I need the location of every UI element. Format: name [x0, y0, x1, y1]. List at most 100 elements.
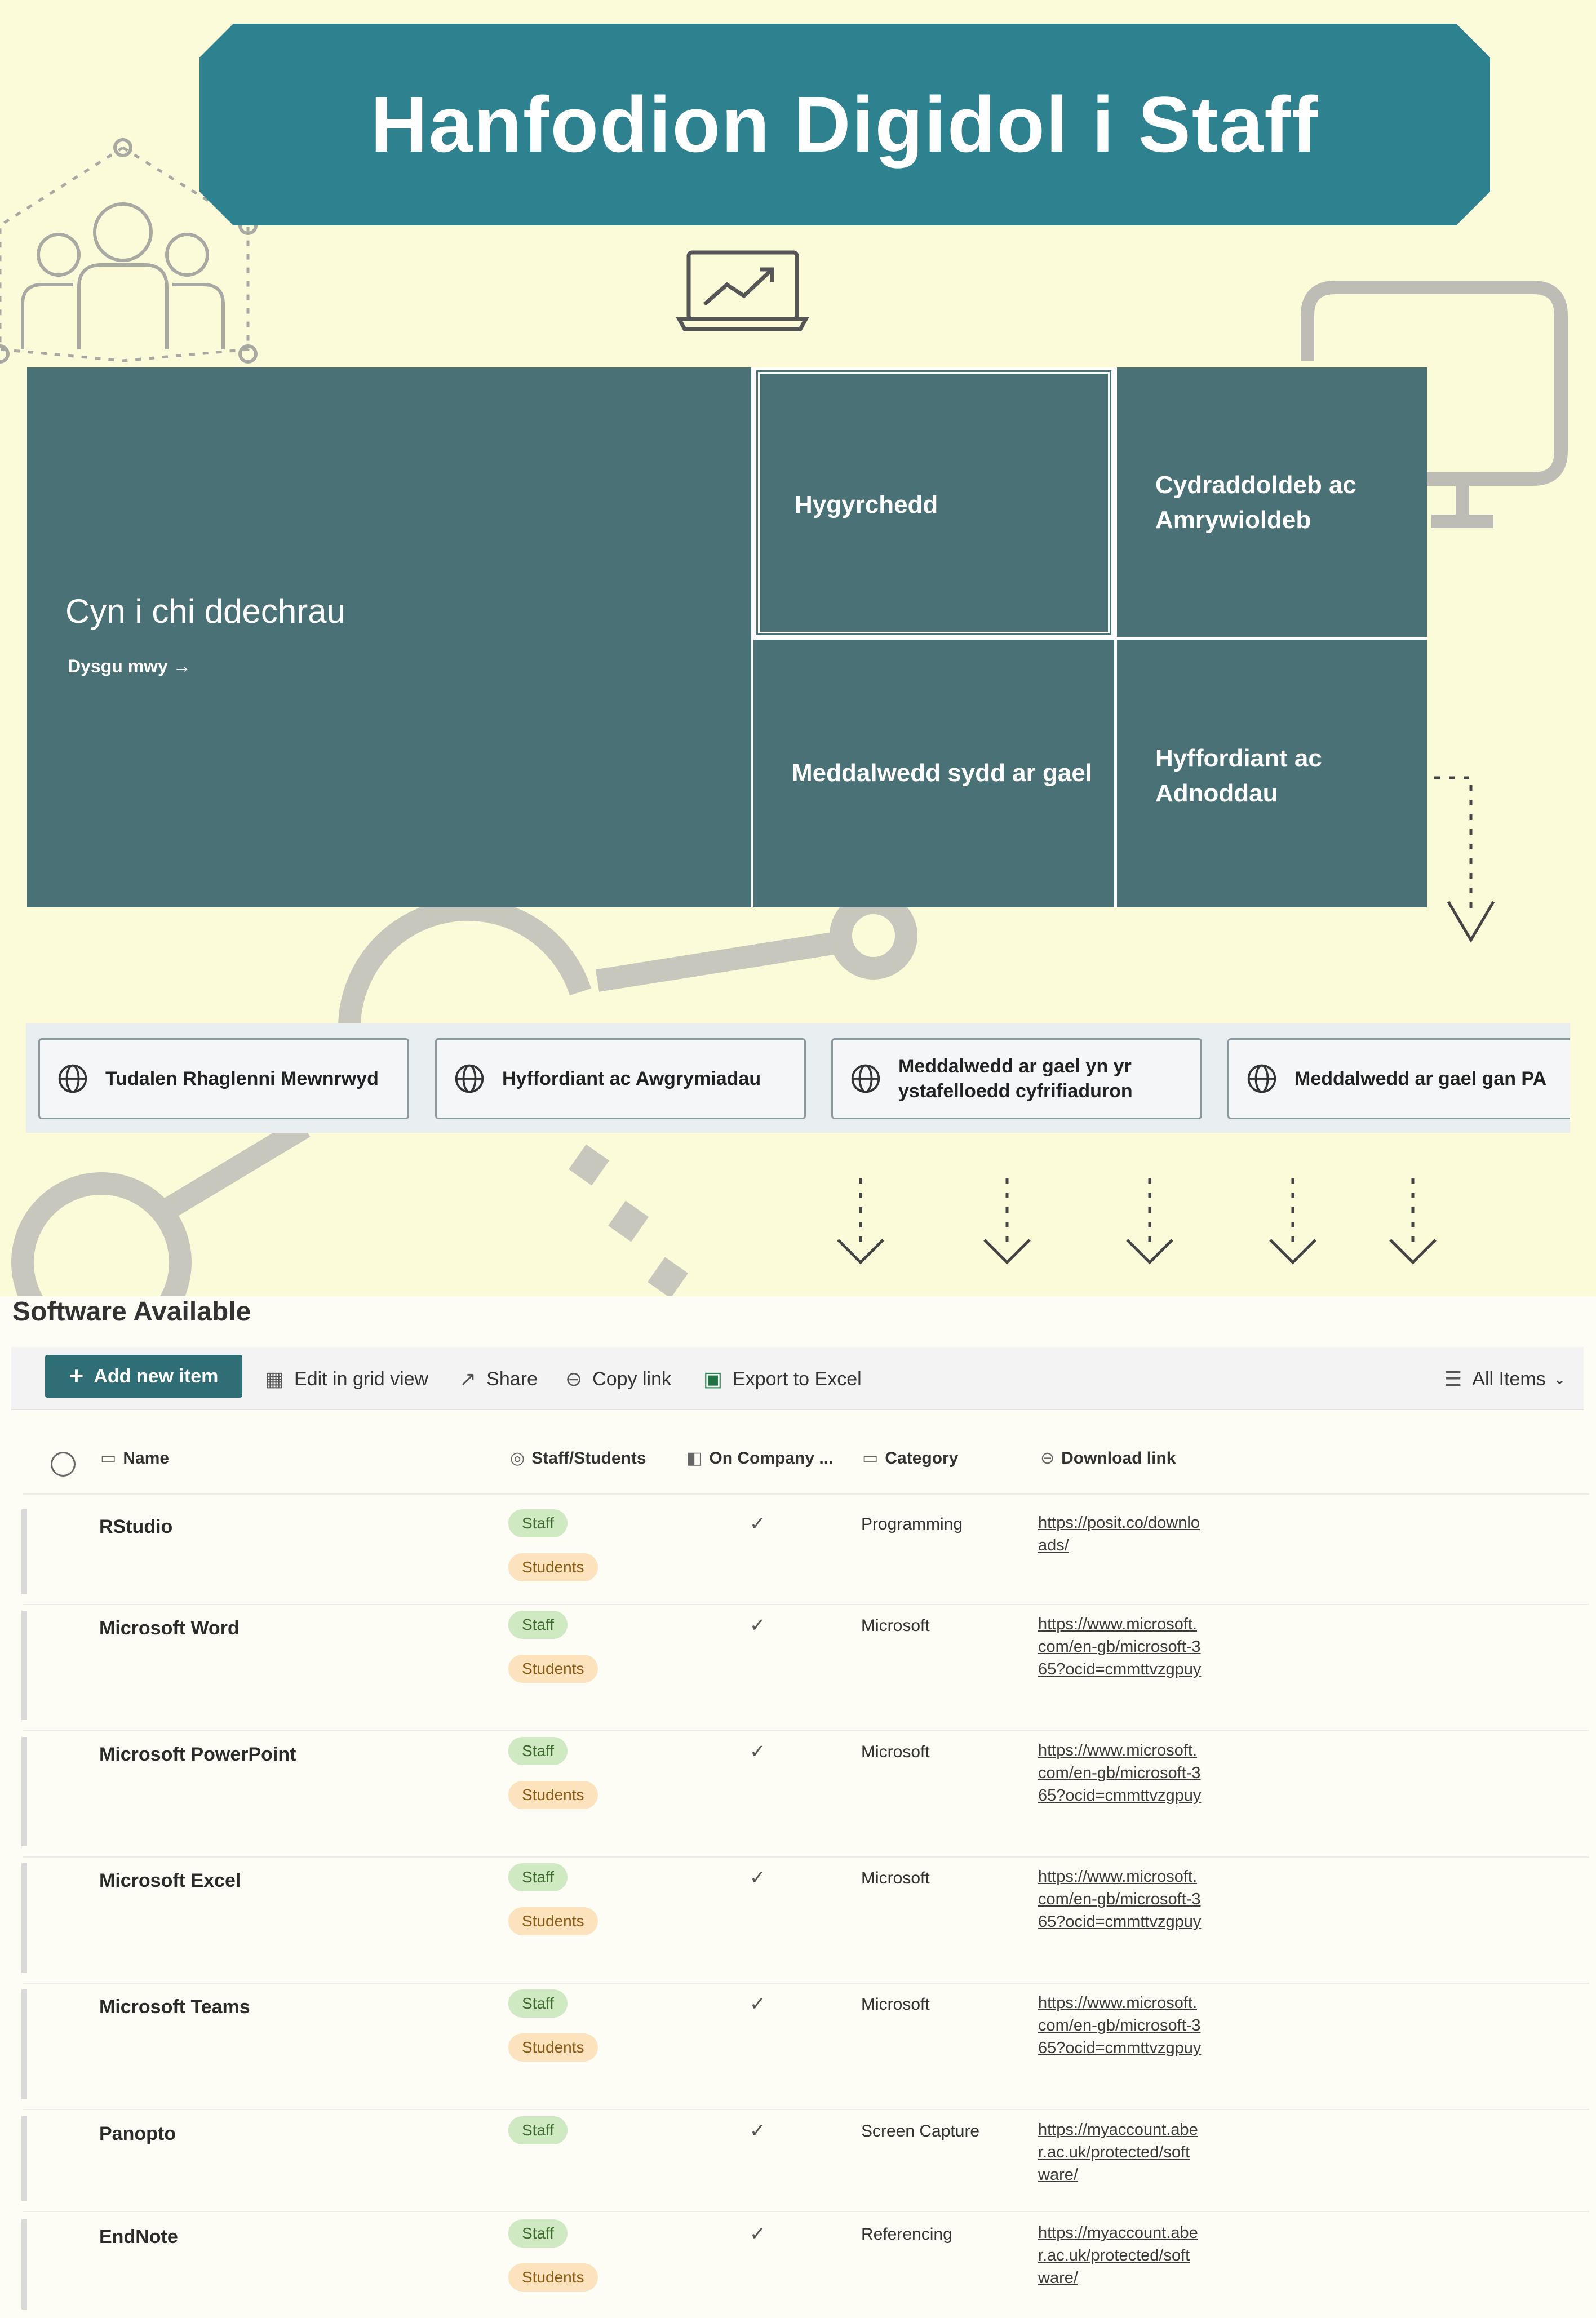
quick-link-label: Hyffordiant ac Awgrymiadau — [502, 1068, 761, 1089]
checkmark-icon: ✓ — [750, 1741, 766, 1762]
status-badge-staff: Staff — [508, 2116, 568, 2144]
quick-link-label: Tudalen Rhaglenni Mewnrwyd — [105, 1068, 379, 1089]
row-selection-bar[interactable] — [21, 2219, 27, 2310]
category-value: Microsoft — [861, 1995, 930, 2014]
row-selection-bar[interactable] — [21, 1863, 27, 1973]
hero-tile-label: Hygyrchedd — [795, 491, 938, 518]
category-value: Screen Capture — [861, 2122, 980, 2140]
text-field-icon: ▭ — [100, 1449, 117, 1468]
view-selector-label: All Items — [1472, 1368, 1546, 1390]
software-name[interactable]: EndNote — [99, 2226, 178, 2248]
excel-icon: ▣ — [703, 1367, 723, 1390]
row-divider — [23, 1604, 1589, 1605]
row-selection-bar[interactable] — [21, 2116, 27, 2201]
category-value: Programming — [861, 1515, 963, 1533]
column-header-label: Name — [123, 1448, 170, 1468]
row-selection-bar[interactable] — [21, 1737, 27, 1846]
yes-no-icon: ◧ — [686, 1449, 703, 1468]
copy-link-button[interactable]: ⊖ Copy link — [565, 1359, 671, 1399]
globe-icon — [851, 1064, 880, 1093]
software-name[interactable]: Microsoft Teams — [99, 1996, 250, 2018]
add-new-item-label: Add new item — [94, 1365, 219, 1387]
software-name[interactable]: RStudio — [99, 1516, 172, 1538]
download-link[interactable]: https://myaccount.aber.ac.uk/protected/s… — [1038, 2222, 1202, 2289]
checkmark-icon: ✓ — [750, 2223, 766, 2245]
column-header-label: Category — [885, 1448, 959, 1468]
copy-link-label: Copy link — [592, 1368, 672, 1390]
column-header-label: Download link — [1061, 1448, 1176, 1468]
download-link[interactable]: https://www.microsoft.com/en-gb/microsof… — [1038, 1613, 1202, 1681]
category-value: Referencing — [861, 2225, 952, 2244]
column-header-category[interactable]: ▭ Category — [862, 1448, 958, 1468]
row-selection-bar[interactable] — [21, 1509, 27, 1594]
add-new-item-button[interactable]: + Add new item — [45, 1355, 242, 1398]
row-divider — [23, 1983, 1589, 1984]
plus-icon: + — [69, 1362, 84, 1390]
status-badge-students: Students — [508, 1655, 598, 1683]
hero-tile-equality[interactable]: Cydraddoldeb ac Amrywioldeb — [1117, 367, 1427, 637]
checkmark-icon: ✓ — [750, 1615, 766, 1636]
globe-icon — [1247, 1064, 1276, 1093]
edit-grid-button[interactable]: ▦ Edit in grid view — [265, 1359, 428, 1399]
link-icon: ⊖ — [565, 1367, 583, 1390]
status-badge-staff: Staff — [508, 2219, 568, 2248]
checkmark-icon: ✓ — [750, 1513, 766, 1535]
select-all-checkbox[interactable] — [51, 1452, 76, 1477]
column-header-name[interactable]: ▭ Name — [100, 1448, 169, 1468]
page-title: Hanfodion Digidol i Staff — [370, 80, 1319, 169]
edit-grid-label: Edit in grid view — [294, 1368, 429, 1390]
software-name[interactable]: Microsoft PowerPoint — [99, 1744, 296, 1766]
column-header-download[interactable]: ⊖ Download link — [1040, 1448, 1176, 1468]
row-selection-bar[interactable] — [21, 1611, 27, 1720]
column-header-company[interactable]: ◧ On Company ... — [686, 1448, 833, 1468]
download-link[interactable]: https://www.microsoft.com/en-gb/microsof… — [1038, 1992, 1202, 2059]
hero-tile-main[interactable]: Cyn i chi ddechrau Dysgu mwy → — [27, 367, 751, 907]
share-icon: ↗ — [459, 1367, 477, 1390]
laptop-chart-icon — [676, 250, 809, 331]
status-badge-staff: Staff — [508, 1737, 568, 1765]
grid-icon: ▦ — [265, 1367, 285, 1390]
header-divider — [23, 1493, 1589, 1495]
link-icon: ⊖ — [1040, 1449, 1055, 1468]
quick-link-pa-software[interactable]: Meddalwedd ar gael gan PA — [1227, 1038, 1570, 1119]
globe-icon — [58, 1064, 87, 1093]
column-header-label: On Company ... — [709, 1448, 834, 1468]
export-excel-button[interactable]: ▣ Export to Excel — [703, 1359, 862, 1399]
hero-tile-accessibility[interactable]: Hygyrchedd — [753, 367, 1114, 638]
status-badge-students: Students — [508, 2263, 598, 2292]
learn-more-link[interactable]: Dysgu mwy → — [68, 656, 191, 677]
column-header-audience[interactable]: ◎ Staff/Students — [510, 1448, 646, 1468]
download-link[interactable]: https://www.microsoft.com/en-gb/microsof… — [1038, 1865, 1202, 1933]
download-link[interactable]: https://posit.co/downloads/ — [1038, 1512, 1202, 1557]
status-badge-staff: Staff — [508, 1509, 568, 1537]
quick-link-label: Meddalwedd ar gael gan PA — [1294, 1068, 1547, 1089]
status-badge-staff: Staff — [508, 1989, 568, 2018]
category-value: Microsoft — [861, 1869, 930, 1887]
software-name[interactable]: Microsoft Word — [99, 1617, 240, 1639]
checkmark-icon: ✓ — [750, 2120, 766, 2142]
quick-link-label: Meddalwedd ar gael yn yr ystafelloedd cy… — [898, 1056, 1133, 1102]
view-selector[interactable]: ☰ All Items ⌄ — [1444, 1359, 1566, 1399]
download-link[interactable]: https://www.microsoft.com/en-gb/microsof… — [1038, 1739, 1202, 1807]
share-button[interactable]: ↗ Share — [459, 1359, 538, 1399]
page-banner: Hanfodion Digidol i Staff — [200, 24, 1490, 225]
status-badge-students: Students — [508, 2033, 598, 2062]
quick-link-intranet[interactable]: Tudalen Rhaglenni Mewnrwyd — [38, 1038, 409, 1119]
status-badge-students: Students — [508, 1781, 598, 1809]
software-name[interactable]: Microsoft Excel — [99, 1870, 241, 1892]
software-name[interactable]: Panopto — [99, 2123, 176, 2145]
row-divider — [23, 2109, 1589, 2110]
quick-link-training[interactable]: Hyffordiant ac Awgrymiadau — [435, 1038, 806, 1119]
row-divider — [23, 1730, 1589, 1731]
hero-tile-software[interactable]: Meddalwedd sydd ar gael — [753, 640, 1114, 907]
hero-tile-training[interactable]: Hyffordiant ac Adnoddau — [1117, 640, 1427, 907]
status-badge-staff: Staff — [508, 1611, 568, 1639]
quick-link-computer-rooms[interactable]: Meddalwedd ar gael yn yr ystafelloedd cy… — [831, 1038, 1202, 1119]
download-link[interactable]: https://myaccount.aber.ac.uk/protected/s… — [1038, 2118, 1202, 2186]
tile-divider — [753, 637, 1427, 640]
category-value: Microsoft — [861, 1743, 930, 1761]
checkmark-icon: ✓ — [750, 1993, 766, 2015]
share-label: Share — [486, 1368, 538, 1390]
row-selection-bar[interactable] — [21, 1989, 27, 2099]
export-excel-label: Export to Excel — [733, 1368, 862, 1390]
